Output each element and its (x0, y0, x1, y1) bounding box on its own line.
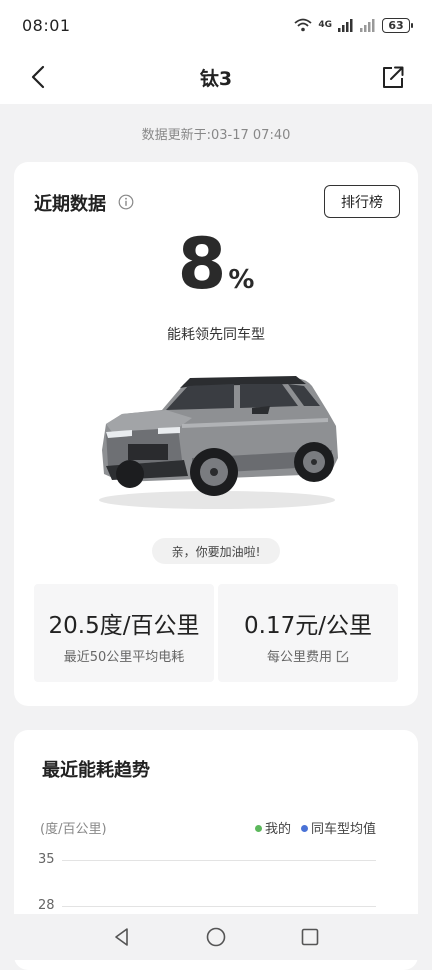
grid-line (62, 906, 376, 907)
signal-icon (338, 19, 353, 32)
nav-bar: 钛3 (0, 50, 432, 104)
recents-square-icon[interactable] (299, 926, 321, 948)
legend-dot-average (300, 825, 308, 832)
status-time: 08:01 (22, 15, 71, 35)
cost-per-km-label-row: 每公里费用 (218, 646, 398, 665)
lead-description: 能耗领先同车型 (167, 327, 265, 343)
avg-consumption-value: 20.5度/百公里 (48, 613, 200, 639)
battery-icon: 63 (382, 17, 413, 33)
page-title: 钛3 (199, 67, 233, 90)
lead-percentage: 8% (14, 224, 418, 304)
recent-data-card: 近期数据 排行榜 8% 能耗领先同车型 亲，你要加油啦! 20.5度/百公里 最… (14, 162, 418, 706)
avg-consumption-label: 最近50公里平均电耗 (63, 650, 185, 665)
grid-row: 28 (38, 898, 376, 913)
y-tick: 28 (38, 898, 55, 913)
network-type: 4G (318, 20, 332, 30)
legend-item-mine: 我的 (254, 818, 291, 837)
status-bar: 08:01 4G 63 (0, 0, 432, 50)
legend-label-mine: 我的 (264, 822, 291, 837)
info-icon[interactable] (118, 194, 134, 210)
status-icons: 4G 63 (294, 17, 413, 33)
y-tick: 35 (38, 852, 55, 867)
wifi-icon (294, 18, 312, 32)
avg-consumption-box: 20.5度/百公里 最近50公里平均电耗 (34, 584, 214, 682)
recent-data-title: 近期数据 (34, 194, 106, 215)
encourage-bubble: 亲，你要加油啦! (152, 538, 280, 564)
back-arrow-icon[interactable] (24, 62, 54, 92)
lead-percentage-unit: % (228, 265, 255, 295)
trend-title: 最近能耗趋势 (42, 760, 150, 781)
system-nav-bar (0, 914, 432, 960)
signal-icon-2 (360, 19, 375, 32)
update-time: 数据更新于:03-17 07:40 (141, 128, 291, 143)
edit-icon[interactable] (336, 650, 349, 663)
legend-dot-mine (254, 825, 262, 832)
lead-percentage-value: 8 (177, 223, 227, 305)
trend-unit-label: (度/百公里) (40, 822, 107, 837)
ranking-button[interactable]: 排行榜 (324, 185, 400, 218)
share-icon[interactable] (378, 62, 408, 92)
cost-per-km-label: 每公里费用 (266, 650, 332, 665)
battery-level: 63 (388, 18, 404, 32)
cost-per-km-box[interactable]: 0.17元/公里 每公里费用 (218, 584, 398, 682)
grid-row: 35 (38, 852, 376, 867)
cost-per-km-value: 0.17元/公里 (244, 613, 372, 639)
legend-label-average: 同车型均值 (310, 822, 376, 837)
grid-line (62, 860, 376, 861)
home-circle-icon[interactable] (205, 926, 227, 948)
trend-legend: 我的 同车型均值 (254, 818, 376, 837)
car-image (99, 376, 338, 509)
back-triangle-icon[interactable] (111, 926, 133, 948)
legend-item-average: 同车型均值 (300, 818, 376, 837)
